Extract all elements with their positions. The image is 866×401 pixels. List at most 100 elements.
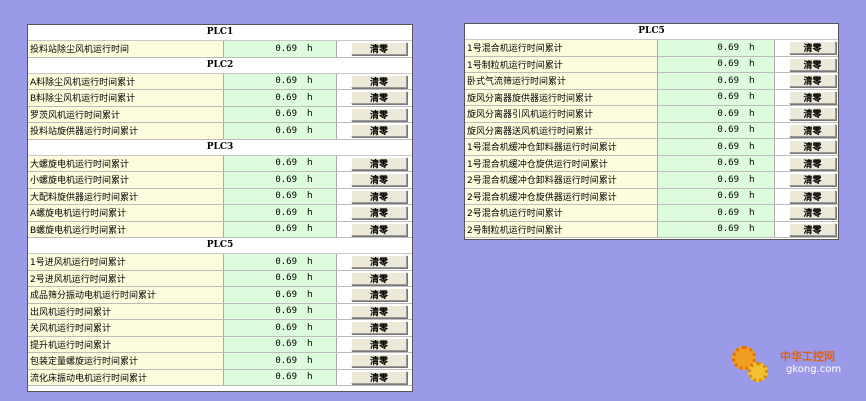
- reset-button[interactable]: 清零: [351, 173, 407, 187]
- reset-button[interactable]: 清零: [351, 124, 407, 138]
- unit-label: h: [743, 221, 775, 237]
- row-label: 1号混合机运行时间累计: [465, 40, 658, 56]
- table-row: 投料站除尘风机运行时间 0.69 h 清零: [28, 41, 412, 58]
- unit-label: h: [301, 172, 337, 188]
- button-cell: 清零: [351, 304, 409, 320]
- reset-button[interactable]: 清零: [351, 189, 407, 203]
- section-header-plc5: PLC5: [28, 238, 412, 254]
- runtime-value: 0.69: [224, 90, 301, 106]
- unit-label: h: [743, 106, 775, 122]
- button-cell: 清零: [351, 271, 409, 287]
- row-spacer: [337, 90, 351, 106]
- reset-button[interactable]: 清零: [351, 321, 407, 335]
- table-row: 旋风分离器旋供器运行时间累计 0.69 h 清零: [465, 89, 838, 106]
- row-label: 大配料旋供器运行时间累计: [28, 188, 224, 204]
- section-header-plc3: PLC3: [28, 139, 412, 156]
- button-cell: 清零: [789, 123, 838, 139]
- button-cell: 清零: [351, 123, 409, 139]
- row-label: 出风机运行时间累计: [28, 303, 224, 319]
- row-spacer: [337, 188, 351, 204]
- row-spacer: [337, 336, 351, 352]
- runtime-value: 0.69: [224, 303, 301, 319]
- row-spacer: [337, 106, 351, 122]
- row-label: 流化床振动电机运行时间累计: [28, 369, 224, 385]
- row-label: 包装定量螺旋运行时间累计: [28, 353, 224, 369]
- runtime-value: 0.69: [224, 73, 301, 89]
- reset-button[interactable]: 清零: [351, 304, 407, 318]
- button-cell: 清零: [351, 205, 409, 221]
- reset-button[interactable]: 清零: [789, 74, 836, 88]
- button-cell: 清零: [351, 107, 409, 123]
- logo-text-en: gkong.com: [786, 364, 842, 375]
- reset-button[interactable]: 清零: [351, 337, 407, 351]
- reset-button[interactable]: 清零: [789, 57, 836, 71]
- table-row: 投料站旋供器运行时间累计 0.69 h 清零: [28, 123, 412, 140]
- section-header-plc2: PLC2: [28, 57, 412, 74]
- unit-label: h: [301, 205, 337, 221]
- button-cell: 清零: [351, 222, 409, 238]
- reset-button[interactable]: 清零: [789, 123, 836, 137]
- table-row: 关风机运行时间累计 0.69 h 清零: [28, 320, 412, 337]
- reset-button[interactable]: 清零: [351, 222, 407, 236]
- table-row: 1号进风机运行时间累计 0.69 h 清零: [28, 254, 412, 271]
- row-spacer: [775, 73, 789, 89]
- table-row: 1号制粒机运行时间累计 0.69 h 清零: [465, 56, 838, 73]
- reset-button[interactable]: 清零: [351, 206, 407, 220]
- row-label: B料除尘风机运行时间累计: [28, 90, 224, 106]
- reset-button[interactable]: 清零: [351, 370, 407, 384]
- runtime-value: 0.69: [224, 336, 301, 352]
- reset-button[interactable]: 清零: [351, 74, 407, 88]
- runtime-value: 0.69: [658, 188, 743, 204]
- unit-label: h: [301, 188, 337, 204]
- reset-button[interactable]: 清零: [351, 271, 407, 285]
- reset-button[interactable]: 清零: [351, 354, 407, 368]
- unit-label: h: [301, 353, 337, 369]
- table-row: 2号混合机缓冲仓卸料器运行时间累计 0.69 h 清零: [465, 172, 838, 189]
- reset-button[interactable]: 清零: [789, 140, 836, 154]
- table-row: 大螺旋电机运行时间累计 0.69 h 清零: [28, 155, 412, 172]
- reset-button[interactable]: 清零: [351, 42, 407, 56]
- reset-button[interactable]: 清零: [789, 222, 836, 236]
- button-cell: 清零: [789, 189, 838, 205]
- reset-button[interactable]: 清零: [789, 90, 836, 104]
- row-label: 关风机运行时间累计: [28, 320, 224, 336]
- row-spacer: [775, 89, 789, 105]
- reset-button[interactable]: 清零: [789, 173, 836, 187]
- unit-label: h: [743, 139, 775, 155]
- unit-label: h: [743, 40, 775, 56]
- row-label: 2号进风机运行时间累计: [28, 270, 224, 286]
- row-label: 大螺旋电机运行时间累计: [28, 155, 224, 171]
- row-label: 2号制粒机运行时间累计: [465, 221, 658, 237]
- reset-button[interactable]: 清零: [789, 107, 836, 121]
- reset-button[interactable]: 清零: [351, 91, 407, 105]
- reset-button[interactable]: 清零: [789, 206, 836, 220]
- row-label: 罗茨风机运行时间累计: [28, 106, 224, 122]
- row-spacer: [337, 303, 351, 319]
- button-cell: 清零: [351, 254, 409, 270]
- button-cell: 清零: [789, 205, 838, 221]
- table-row: 罗茨风机运行时间累计 0.69 h 清零: [28, 106, 412, 123]
- reset-button[interactable]: 清零: [351, 107, 407, 121]
- row-label: 投料站除尘风机运行时间: [28, 41, 224, 57]
- runtime-value: 0.69: [224, 188, 301, 204]
- runtime-value: 0.69: [224, 287, 301, 303]
- reset-button[interactable]: 清零: [789, 156, 836, 170]
- unit-label: h: [743, 155, 775, 171]
- reset-button[interactable]: 清零: [789, 189, 836, 203]
- button-cell: 清零: [351, 189, 409, 205]
- table-row: 流化床振动电机运行时间累计 0.69 h 清零: [28, 369, 412, 386]
- runtime-value: 0.69: [658, 106, 743, 122]
- button-cell: 清零: [351, 370, 409, 386]
- unit-label: h: [301, 303, 337, 319]
- row-spacer: [337, 41, 351, 57]
- reset-button[interactable]: 清零: [351, 156, 407, 170]
- table-row: 2号进风机运行时间累计 0.69 h 清零: [28, 270, 412, 287]
- reset-button[interactable]: 清零: [789, 41, 836, 55]
- reset-button[interactable]: 清零: [351, 288, 407, 302]
- runtime-value: 0.69: [658, 89, 743, 105]
- runtime-value: 0.69: [224, 270, 301, 286]
- runtime-value: 0.69: [658, 155, 743, 171]
- row-spacer: [775, 139, 789, 155]
- row-spacer: [337, 123, 351, 139]
- reset-button[interactable]: 清零: [351, 255, 407, 269]
